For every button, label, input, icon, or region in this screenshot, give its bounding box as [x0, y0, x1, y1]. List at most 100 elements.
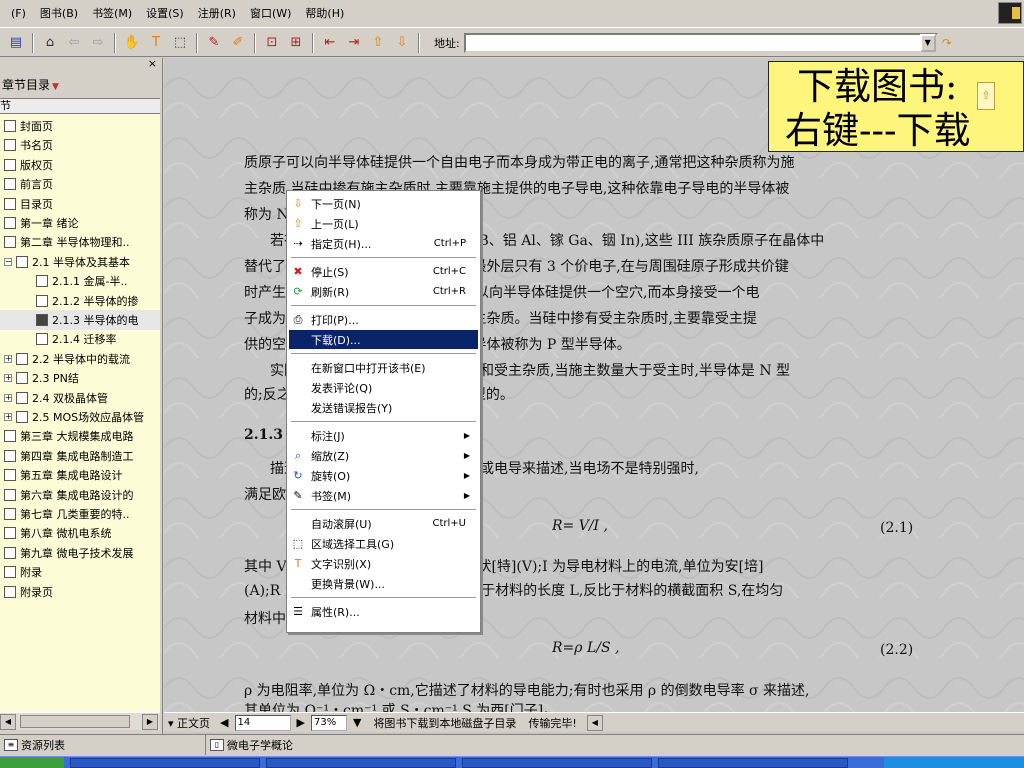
scroll-thumb[interactable] [20, 715, 130, 728]
tree-item[interactable]: +2.4 双极晶体管 [0, 388, 160, 408]
tree-item[interactable]: 版权页 [0, 155, 160, 175]
tree-item[interactable]: 第六章 集成电路设计的 [0, 485, 160, 505]
context-menu-item[interactable]: T 文字识别(X) [289, 554, 478, 573]
tab-book[interactable]: ▯ 微电子学概论 [206, 735, 406, 755]
tree-item-label: 第四章 集成电路制造工 [20, 449, 134, 463]
taskbar-button[interactable] [70, 758, 260, 768]
expand-icon[interactable]: + [4, 393, 12, 402]
address-input[interactable] [463, 32, 938, 53]
context-menu-item[interactable]: ⇧ 上一页(L) [289, 214, 478, 233]
back-icon[interactable]: ⇦ [64, 33, 84, 53]
menu-separator [291, 257, 476, 259]
scroll-left-icon[interactable]: ◀ [586, 714, 603, 731]
zoom-field[interactable]: 73% [310, 714, 347, 731]
tree-item[interactable]: 第二章 半导体物理和.. [0, 232, 160, 252]
context-menu-item[interactable]: ⬚ 区域选择工具(G) [289, 534, 478, 553]
menu-bookmark[interactable]: 书签(M) [85, 0, 139, 28]
tree-item[interactable]: 附录页 [0, 582, 160, 602]
context-menu-item[interactable]: 在新窗口中打开该书(E) [289, 358, 478, 377]
tree-item[interactable]: 前言页 [0, 174, 160, 194]
menu-register[interactable]: 注册(R) [191, 0, 243, 28]
tree-item[interactable]: 第五章 集成电路设计 [0, 465, 160, 485]
prev-page-icon[interactable]: ◀ [214, 716, 234, 729]
bookmark-icon[interactable]: ✎ [204, 33, 224, 53]
context-menu-item[interactable]: 下载(D)... [289, 330, 478, 349]
context-menu-item[interactable]: ☰ 属性(R)... [289, 602, 478, 621]
start-button[interactable] [0, 757, 64, 768]
tree-item[interactable]: 2.1.3 半导体的电 [0, 310, 160, 330]
context-menu-item[interactable]: 发送错误报告(Y) [289, 398, 478, 417]
context-menu-item[interactable]: 发表评论(Q) [289, 378, 478, 397]
context-menu-item[interactable]: ⌕ 缩放(Z) ▶ [289, 446, 478, 465]
menu-window[interactable]: 窗口(W) [243, 0, 298, 28]
address-dropdown-icon[interactable]: ▼ [919, 33, 936, 52]
tree-item[interactable]: 书名页 [0, 135, 160, 155]
tree-item[interactable]: 2.1.2 半导体的掺 [0, 291, 160, 311]
annotate-icon[interactable]: ✐ [228, 33, 248, 53]
context-menu-item[interactable]: ✎ 书签(M) ▶ [289, 486, 478, 505]
context-menu-item[interactable]: ↻ 旋转(O) ▶ [289, 466, 478, 485]
collapse-icon[interactable]: − [4, 257, 12, 266]
tree-item[interactable]: 目录页 [0, 194, 160, 214]
context-menu-item[interactable]: ⇢ 指定页(H)... Ctrl+P [289, 234, 478, 253]
expand-icon[interactable]: + [4, 354, 12, 363]
forward-icon[interactable]: ⇨ [88, 33, 108, 53]
sidebar-scrollbar[interactable]: ◀ ▶ [0, 712, 160, 730]
zoom-dropdown-icon[interactable]: ▼ [347, 716, 367, 729]
context-menu-item[interactable]: 更换背景(W)... [289, 574, 478, 593]
tree-item[interactable]: 第三章 大规模集成电路 [0, 426, 160, 446]
sidebar-title[interactable]: 章节目录 ▼ [0, 74, 160, 96]
tree-item[interactable]: 第一章 绪论 [0, 213, 160, 233]
tree-item[interactable]: 2.1.1 金属-半.. [0, 271, 160, 291]
close-icon[interactable]: × [148, 58, 157, 70]
tree-item[interactable]: 第七章 几类重要的特.. [0, 504, 160, 524]
panel-icon[interactable]: ▤ [6, 33, 26, 53]
tree-item[interactable]: 附录 [0, 562, 160, 582]
menu-file[interactable]: (F) [4, 0, 33, 28]
context-menu-item[interactable]: 标注(J) ▶ [289, 426, 478, 445]
fit-width-icon[interactable]: ⊞ [286, 33, 306, 53]
text-select-icon[interactable]: T [146, 33, 166, 53]
next-page-icon[interactable]: ▶ [291, 716, 311, 729]
hand-icon[interactable]: ✋ [122, 33, 142, 53]
tree-item[interactable]: +2.5 MOS场效应晶体管 [0, 407, 160, 427]
tree-item[interactable]: 第四章 集成电路制造工 [0, 446, 160, 466]
home-icon[interactable]: ⌂ [40, 33, 60, 53]
context-menu-item[interactable]: ⎙ 打印(P)... [289, 310, 478, 329]
menu-settings[interactable]: 设置(S) [139, 0, 191, 28]
page-type-dropdown[interactable]: ▾ 正文页 [164, 715, 214, 731]
expand-icon[interactable]: + [4, 413, 12, 421]
context-menu-item[interactable]: ✖ 停止(S) Ctrl+C [289, 262, 478, 281]
tree-item[interactable]: +2.3 PN结 [0, 368, 160, 388]
context-menu-item[interactable]: 自动滚屏(U) Ctrl+U [289, 514, 478, 533]
chevron-down-icon[interactable]: ▼ [52, 82, 59, 92]
context-menu-item[interactable]: ⟳ 刷新(R) Ctrl+R [289, 282, 478, 301]
scroll-right-icon[interactable]: ▶ [142, 714, 158, 730]
expand-icon[interactable]: + [4, 374, 12, 383]
page-number-input[interactable]: 14 [234, 714, 291, 731]
first-page-icon[interactable]: ⇤ [320, 33, 340, 53]
fit-page-icon[interactable]: ⊡ [262, 33, 282, 53]
page-up-icon[interactable]: ⇧ [368, 33, 388, 53]
taskbar-button[interactable] [266, 758, 456, 768]
tree-item[interactable]: − 2.1 半导体及其基本 [0, 252, 160, 272]
menu-book[interactable]: 图书(B) [33, 0, 85, 28]
menu-help[interactable]: 帮助(H) [298, 0, 351, 28]
region-select-icon[interactable]: ⬚ [170, 33, 190, 53]
tree-item[interactable]: 第九章 微电子技术发展 [0, 543, 160, 563]
tree-item[interactable]: 第八章 微机电系统 [0, 523, 160, 543]
taskbar-button[interactable] [462, 758, 652, 768]
context-menu-label: 属性(R)... [311, 605, 360, 619]
last-page-icon[interactable]: ⇥ [344, 33, 364, 53]
taskbar-button[interactable] [658, 758, 848, 768]
go-arrow-icon[interactable]: ↷ [942, 36, 952, 50]
tree-item[interactable]: 封面页 [0, 116, 160, 136]
tree-item[interactable]: 2.1.4 迁移率 [0, 329, 160, 349]
bookmark-icon: ✎ [293, 489, 303, 502]
scroll-up-icon[interactable]: ⇧ [977, 82, 995, 110]
page-down-icon[interactable]: ⇩ [392, 33, 412, 53]
scroll-left-icon[interactable]: ◀ [0, 714, 16, 730]
context-menu-item[interactable]: ⇩ 下一页(N) [289, 194, 478, 213]
tab-resources[interactable]: ≡ 资源列表 [0, 735, 206, 755]
tree-item[interactable]: +2.2 半导体中的载流 [0, 349, 160, 369]
